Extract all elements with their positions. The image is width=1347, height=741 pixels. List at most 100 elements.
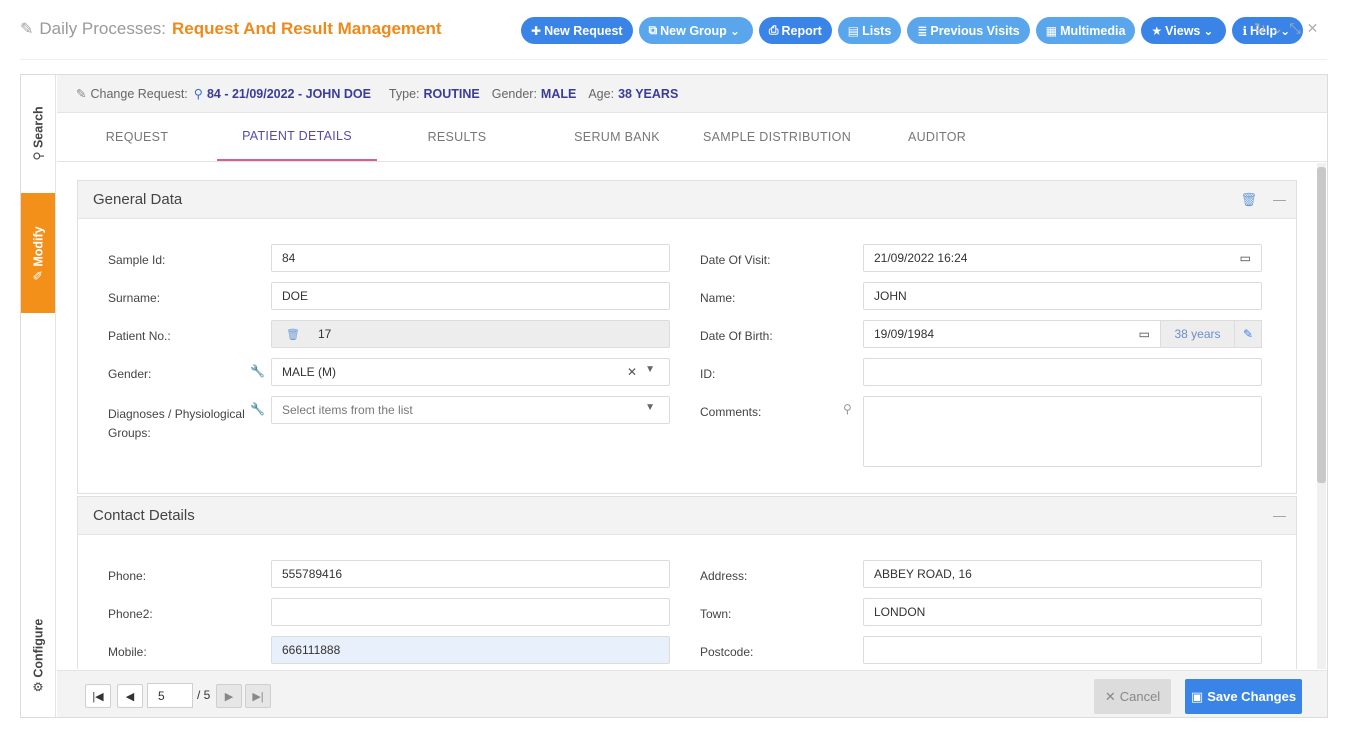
type-value: ROUTINE: [423, 86, 480, 101]
tab-serum-bank[interactable]: SERUM BANK: [537, 113, 697, 161]
town-field[interactable]: LONDON: [863, 598, 1262, 626]
wrench-icon[interactable]: 🔧: [250, 402, 265, 416]
gender-label: Gender:: [491, 86, 537, 101]
sidebar-tab-configure[interactable]: ⚙ Configure: [21, 605, 55, 705]
chevron-down-icon: ⌄: [729, 23, 740, 38]
window-controls: ↻ ⌄ ⤡ ✕: [1254, 20, 1318, 37]
prev-page-button[interactable]: ◀: [117, 684, 143, 708]
diagnoses-select[interactable]: Select items from the list ▼: [271, 396, 670, 424]
address-field[interactable]: ABBEY ROAD, 16: [863, 560, 1262, 588]
lists-button[interactable]: ▤ Lists: [837, 17, 902, 44]
app-title-prefix: Daily Processes:: [39, 19, 167, 38]
postcode-label: Postcode:: [700, 645, 754, 659]
collapse-icon[interactable]: ⌄: [1272, 20, 1284, 37]
first-page-button[interactable]: |◀: [85, 684, 111, 708]
phone-field[interactable]: 555789416: [271, 560, 670, 588]
close-icon[interactable]: ✕: [1307, 20, 1319, 37]
print-icon: ⎙: [768, 23, 779, 37]
toolbar: ✚ New Request ⧉ New Group ⌄ ⎙ Report ▤ Lists …: [521, 17, 1304, 44]
views-button[interactable]: ★ Views ⌄: [1141, 17, 1227, 44]
scrollbar-thumb[interactable]: [1317, 167, 1326, 483]
gender-label: Gender:: [108, 367, 152, 381]
calendar-icon[interactable]: ▭: [1240, 251, 1251, 265]
search-icon: ⚲: [31, 147, 46, 161]
compress-icon[interactable]: ⤡: [1289, 20, 1300, 37]
sitemap-icon: ⧉: [648, 23, 658, 37]
town-label: Town:: [700, 607, 732, 621]
type-label: Type:: [388, 86, 420, 101]
tab-auditor[interactable]: AUDITOR: [857, 113, 1017, 161]
contact-details-panel: Contact Details — Phone: 555789416 Phone…: [77, 496, 1297, 669]
info-icon: ℹ: [1242, 23, 1248, 38]
wrench-icon[interactable]: 🔧: [250, 364, 265, 378]
edit-icon: ✎: [20, 21, 34, 38]
mobile-label: Mobile:: [108, 645, 147, 659]
close-icon: ✕: [1104, 688, 1116, 704]
change-request-label: Change Request:: [90, 86, 188, 101]
age-addon: 38 years: [1160, 320, 1235, 348]
tab-sample-distribution[interactable]: SAMPLE DISTRIBUTION: [697, 113, 857, 161]
diagnoses-label: Diagnoses / Physiological Groups:: [108, 407, 245, 440]
search-icon[interactable]: ⚲: [843, 402, 852, 416]
phone2-field[interactable]: [271, 598, 670, 626]
trash-icon[interactable]: 🗑: [286, 328, 300, 341]
dob-field[interactable]: 19/09/1984 ▭: [863, 320, 1161, 348]
age-label: Age:: [588, 86, 615, 101]
name-field[interactable]: JOHN: [863, 282, 1262, 310]
page-input[interactable]: 5: [147, 683, 193, 708]
request-info-bar: ✎ Change Request: ⚲ 84 - 21/09/2022 - JO…: [57, 75, 1327, 113]
age-value: 38 YEARS: [618, 86, 679, 101]
minimize-icon[interactable]: —: [1273, 192, 1286, 208]
mobile-field[interactable]: 666111888: [271, 636, 670, 664]
next-page-button[interactable]: ▶: [216, 684, 242, 708]
page-total: / 5: [197, 688, 211, 702]
request-id: 84 - 21/09/2022 - JOHN DOE: [206, 86, 371, 101]
date-visit-field[interactable]: 21/09/2022 16:24 ▭: [863, 244, 1262, 272]
content-area: General Data 🗑 — Sample Id: 84 Surname: …: [57, 163, 1327, 669]
caret-down-icon: ▼: [645, 402, 655, 413]
tab-patient-details[interactable]: PATIENT DETAILS: [217, 113, 377, 161]
id-field[interactable]: [863, 358, 1262, 386]
edit-icon: ✎: [31, 266, 46, 281]
new-request-button[interactable]: ✚ New Request: [521, 17, 633, 44]
sample-id-field[interactable]: 84: [271, 244, 670, 272]
comments-textarea[interactable]: [863, 396, 1262, 467]
previous-visits-button[interactable]: ≣ Previous Visits: [907, 17, 1030, 44]
refresh-icon[interactable]: ↻: [1254, 20, 1266, 37]
postcode-field[interactable]: [863, 636, 1262, 664]
report-button[interactable]: ⎙ Report: [758, 17, 832, 44]
footer-bar: |◀ ◀ 5 / 5 ▶ ▶| ✕ Cancel ▣ Save Changes: [57, 670, 1327, 717]
file-icon: ▤: [847, 23, 860, 38]
star-icon: ★: [1151, 23, 1163, 38]
divider: [20, 59, 1327, 60]
patient-no-field[interactable]: 🗑 17: [271, 320, 670, 348]
sidebar-tab-modify[interactable]: ✎ Modify: [21, 193, 55, 313]
last-page-button[interactable]: ▶|: [245, 684, 271, 708]
plus-icon: ✚: [531, 23, 542, 38]
cancel-button[interactable]: ✕ Cancel: [1094, 679, 1171, 714]
clear-icon[interactable]: ✕: [627, 365, 637, 379]
surname-label: Surname:: [108, 291, 161, 305]
database-icon: ≣: [917, 23, 928, 38]
multimedia-button[interactable]: ▦ Multimedia: [1035, 17, 1136, 44]
tab-results[interactable]: RESULTS: [377, 113, 537, 161]
panel-title: General Data: [93, 191, 183, 208]
trash-icon[interactable]: 🗑: [1240, 192, 1257, 208]
minimize-icon[interactable]: —: [1273, 508, 1286, 523]
vertical-sidebar: ⚲ Search ✎ Modify ⚙ Configure: [21, 75, 56, 717]
gear-icon: ⚙: [31, 677, 46, 692]
surname-field[interactable]: DOE: [271, 282, 670, 310]
new-group-button[interactable]: ⧉ New Group ⌄: [638, 17, 753, 44]
pencil-icon[interactable]: ✎: [1234, 320, 1262, 348]
search-icon[interactable]: ⚲: [194, 86, 203, 101]
gender-select[interactable]: MALE (M) ✕ ▼: [271, 358, 670, 386]
phone-label: Phone:: [108, 569, 147, 583]
gender-value: MALE: [540, 86, 577, 101]
sidebar-tab-search[interactable]: ⚲ Search: [21, 75, 55, 191]
dob-label: Date Of Birth:: [700, 329, 773, 343]
panel-header: General Data 🗑 —: [78, 181, 1296, 219]
tab-request[interactable]: REQUEST: [57, 113, 217, 161]
save-changes-button[interactable]: ▣ Save Changes: [1185, 679, 1302, 714]
app-title: ✎ Daily Processes: Request And Result Ma…: [20, 19, 442, 39]
calendar-icon[interactable]: ▭: [1139, 327, 1150, 341]
